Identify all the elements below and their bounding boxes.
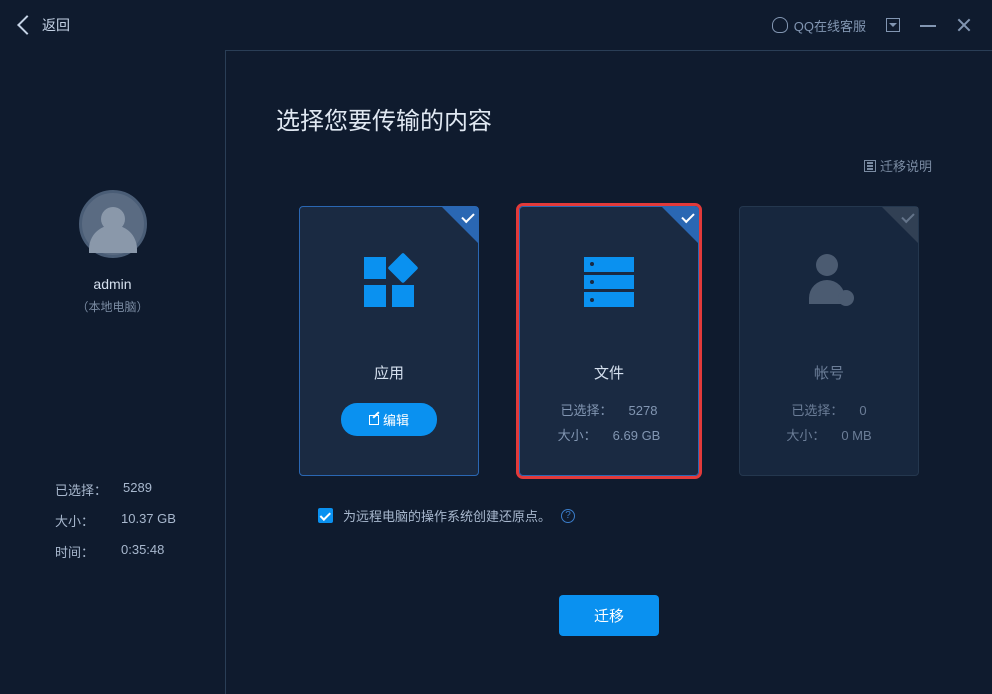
back-arrow-icon	[17, 15, 37, 35]
document-icon	[864, 160, 876, 172]
stat-time: 时间： 0:35:48	[55, 542, 176, 561]
account-selected-value: 0	[859, 399, 866, 424]
files-icon	[579, 252, 639, 312]
cards-container: 应用 编辑 文件 已选择： 5278	[276, 206, 942, 476]
stat-selected-label: 已选择：	[55, 480, 107, 499]
files-size-value: 6.69 GB	[613, 424, 661, 449]
restore-point-label: 为远程电脑的操作系统创建还原点。	[343, 506, 551, 525]
check-icon	[882, 207, 918, 243]
files-size-label: 大小：	[558, 424, 597, 449]
account-selected-label: 已选择：	[791, 399, 843, 424]
account-icon	[799, 252, 859, 312]
files-selected-value: 5278	[629, 399, 658, 424]
restore-point-checkbox[interactable]	[318, 508, 333, 523]
main-container: admin （本地电脑） 已选择： 5289 大小： 10.37 GB 时间： …	[0, 50, 992, 694]
card-files[interactable]: 文件 已选择： 5278 大小： 6.69 GB	[519, 206, 699, 476]
edit-icon	[369, 415, 379, 425]
account-size-value: 0 MB	[841, 424, 871, 449]
avatar	[79, 190, 147, 258]
apps-icon	[359, 252, 419, 312]
stat-selected: 已选择： 5289	[55, 480, 176, 499]
dropdown-icon[interactable]	[886, 18, 900, 32]
edit-apps-button[interactable]: 编辑	[341, 403, 437, 436]
stat-size: 大小： 10.37 GB	[55, 511, 176, 530]
check-icon	[442, 207, 478, 243]
card-account-info: 已选择： 0 大小： 0 MB	[786, 399, 871, 448]
card-files-title: 文件	[594, 362, 624, 383]
migration-help-label: 迁移说明	[880, 156, 932, 175]
qq-icon	[772, 17, 788, 33]
stat-size-value: 10.37 GB	[121, 511, 176, 530]
card-files-info: 已选择： 5278 大小： 6.69 GB	[558, 399, 661, 448]
card-account-title: 帐号	[814, 362, 844, 383]
stat-size-label: 大小：	[55, 511, 105, 530]
account-size-label: 大小：	[786, 424, 825, 449]
stat-time-value: 0:35:48	[121, 542, 164, 561]
titlebar: 返回 QQ在线客服	[0, 0, 992, 50]
close-button[interactable]	[956, 17, 972, 33]
card-account[interactable]: 帐号 已选择： 0 大小： 0 MB	[739, 206, 919, 476]
content-panel: 选择您要传输的内容 迁移说明 应用 编辑	[225, 50, 992, 694]
stat-selected-value: 5289	[123, 480, 152, 499]
stat-time-label: 时间：	[55, 542, 105, 561]
files-selected-label: 已选择：	[561, 399, 613, 424]
sidebar-stats: 已选择： 5289 大小： 10.37 GB 时间： 0:35:48	[0, 480, 176, 573]
card-apps[interactable]: 应用 编辑	[299, 206, 479, 476]
migrate-button[interactable]: 迁移	[559, 595, 659, 636]
card-apps-title: 应用	[374, 362, 404, 383]
titlebar-right: QQ在线客服	[772, 16, 972, 35]
avatar-body-icon	[89, 225, 137, 253]
help-icon[interactable]: ?	[561, 509, 575, 523]
minimize-button[interactable]	[920, 17, 936, 33]
edit-label: 编辑	[383, 410, 409, 429]
username-label: admin	[93, 276, 131, 292]
user-location-label: （本地电脑）	[76, 298, 148, 315]
back-button[interactable]: 返回	[20, 15, 70, 35]
check-icon	[662, 207, 698, 243]
page-title: 选择您要传输的内容	[276, 101, 942, 136]
qq-support-label: QQ在线客服	[794, 16, 866, 35]
sidebar: admin （本地电脑） 已选择： 5289 大小： 10.37 GB 时间： …	[0, 50, 225, 694]
back-label: 返回	[42, 15, 70, 35]
migration-help-link[interactable]: 迁移说明	[864, 156, 932, 175]
restore-point-option: 为远程电脑的操作系统创建还原点。 ?	[318, 506, 942, 525]
qq-support-link[interactable]: QQ在线客服	[772, 16, 866, 35]
